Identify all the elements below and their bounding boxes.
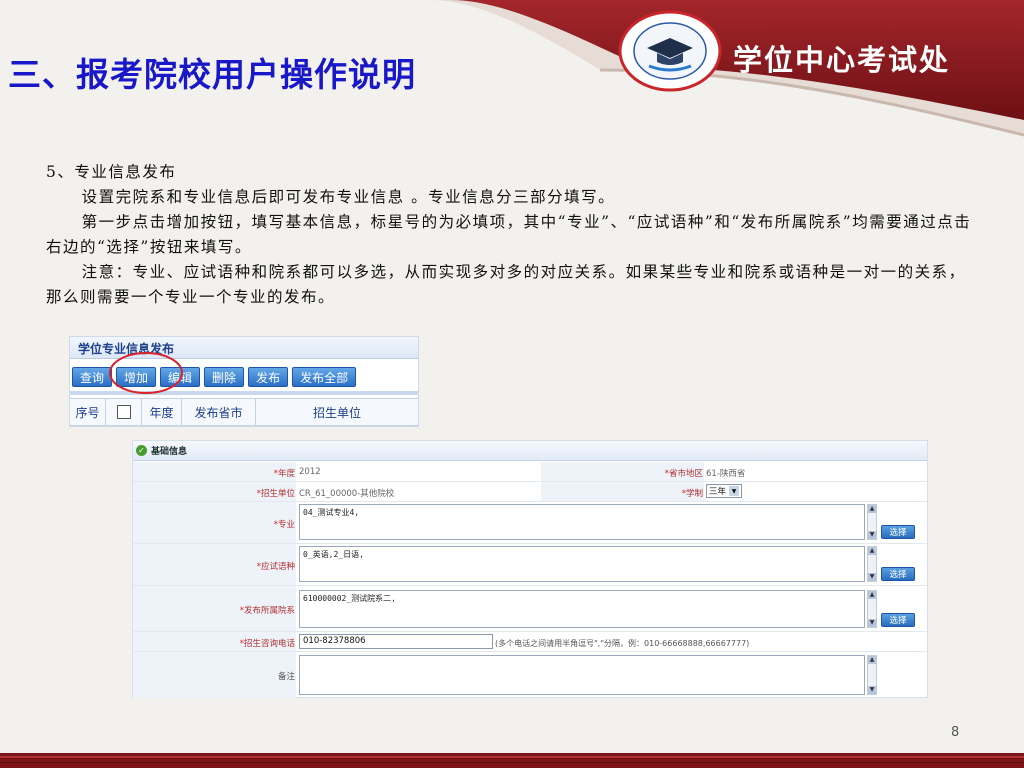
query-button[interactable]: 查询 [72,367,113,387]
form-row-phone: *招生咨询电话 010-82378806 (多个电话之间请用半角逗号","分隔，… [133,632,927,652]
toolbar-screenshot: 学位专业信息发布 查询 增加 编辑 删除 发布 发布全部 序号 年度 发布省市 … [69,336,419,427]
department-label: *发布所属院系 [239,606,295,616]
department-select-button[interactable]: 选择 [881,613,915,627]
form-row-year: *年度 2012 *省市地区 61-陕西省 [133,462,927,482]
check-icon: ✓ [136,445,147,456]
col-institution: 招生单位 [312,405,361,420]
chevron-down-icon: ▼ [729,486,740,496]
publish-button[interactable]: 发布 [248,367,289,387]
form-row-notes: 备注 ▲ ▼ [133,652,927,698]
phone-input[interactable]: 010-82378806 [299,634,493,649]
notes-scrollbar[interactable]: ▲ ▼ [867,655,877,695]
instruction-text: 5、专业信息发布 设置完院系和专业信息后即可发布专业信息 。专业信息分三部分填写… [46,160,981,310]
select-all-checkbox[interactable] [116,405,131,419]
year-label: *年度 [273,469,295,479]
region-label: *省市地区 [664,469,703,479]
phone-label: *招生咨询电话 [239,639,295,649]
form-row-unit: *招生单位 CR_61_00000-其他院校 *学制 三年 ▼ [133,482,927,502]
department-textarea[interactable]: 610000002_测试院系二, [299,590,865,628]
footer-stripe [0,753,1024,768]
form-row-language: *应试语种 0_英语,2_日语, ▲ ▼ 选择 [133,544,927,586]
toolbar-buttons: 查询 增加 编辑 删除 发布 发布全部 [70,359,418,395]
section-heading: 5、专业信息发布 [46,163,177,181]
page-number: 8 [951,725,960,740]
major-select-button[interactable]: 选择 [881,525,915,539]
publish-all-button[interactable]: 发布全部 [292,367,357,387]
org-name: 学位中心考试处 [733,43,951,77]
paragraph-3: 注意：专业、应试语种和院系都可以多选，从而实现多对多的对应关系。如果某些专业和院… [46,263,966,306]
major-label: *专业 [273,520,295,530]
page-title: 三、报考院校用户操作说明 [8,55,416,94]
phone-hint: (多个电话之间请用半角逗号","分隔，例：010-66668888,666677… [495,639,750,648]
major-scrollbar[interactable]: ▲ ▼ [867,504,877,540]
add-button[interactable]: 增加 [116,367,157,387]
form-row-major: *专业 04_测试专业4, ▲ ▼ 选择 [133,502,927,544]
center-seal-logo [618,10,722,92]
col-province: 发布省市 [182,399,256,425]
language-select-button[interactable]: 选择 [881,567,915,581]
language-textarea[interactable]: 0_英语,2_日语, [299,546,865,582]
major-textarea[interactable]: 04_测试专业4, [299,504,865,540]
table-header: 序号 年度 发布省市 招生单位 [70,398,418,426]
year-value: 2012 [299,467,321,477]
duration-label: *学制 [681,489,703,499]
language-label: *应试语种 [256,562,295,572]
duration-select[interactable]: 三年 ▼ [706,484,742,498]
notes-textarea[interactable] [299,655,865,695]
department-scrollbar[interactable]: ▲ ▼ [867,590,877,628]
col-year: 年度 [142,399,182,425]
paragraph-2: 第一步点击增加按钮，填写基本信息，标星号的为必填项，其中“专业”、“应试语种”和… [46,213,972,256]
paragraph-1: 设置完院系和专业信息后即可发布专业信息 。专业信息分三部分填写。 [81,188,616,206]
language-scrollbar[interactable]: ▲ ▼ [867,546,877,582]
delete-button[interactable]: 删除 [204,367,245,387]
region-value: 61-陕西省 [706,469,746,479]
unit-label: *招生单位 [256,489,295,499]
col-select-all[interactable] [106,399,142,425]
form-row-department: *发布所属院系 610000002_测试院系二, ▲ ▼ 选择 [133,586,927,632]
col-index: 序号 [70,399,106,425]
edit-button[interactable]: 编辑 [160,367,201,387]
unit-value: CR_61_00000-其他院校 [299,489,395,499]
form-section-title: 基础信息 [151,447,188,457]
toolbar-title: 学位专业信息发布 [70,337,418,359]
form-section-header: ✓ 基础信息 [133,441,927,461]
notes-label: 备注 [277,672,295,682]
form-screenshot: ✓ 基础信息 *年度 2012 *省市地区 61-陕西省 *招生单位 CR_61… [132,440,928,698]
